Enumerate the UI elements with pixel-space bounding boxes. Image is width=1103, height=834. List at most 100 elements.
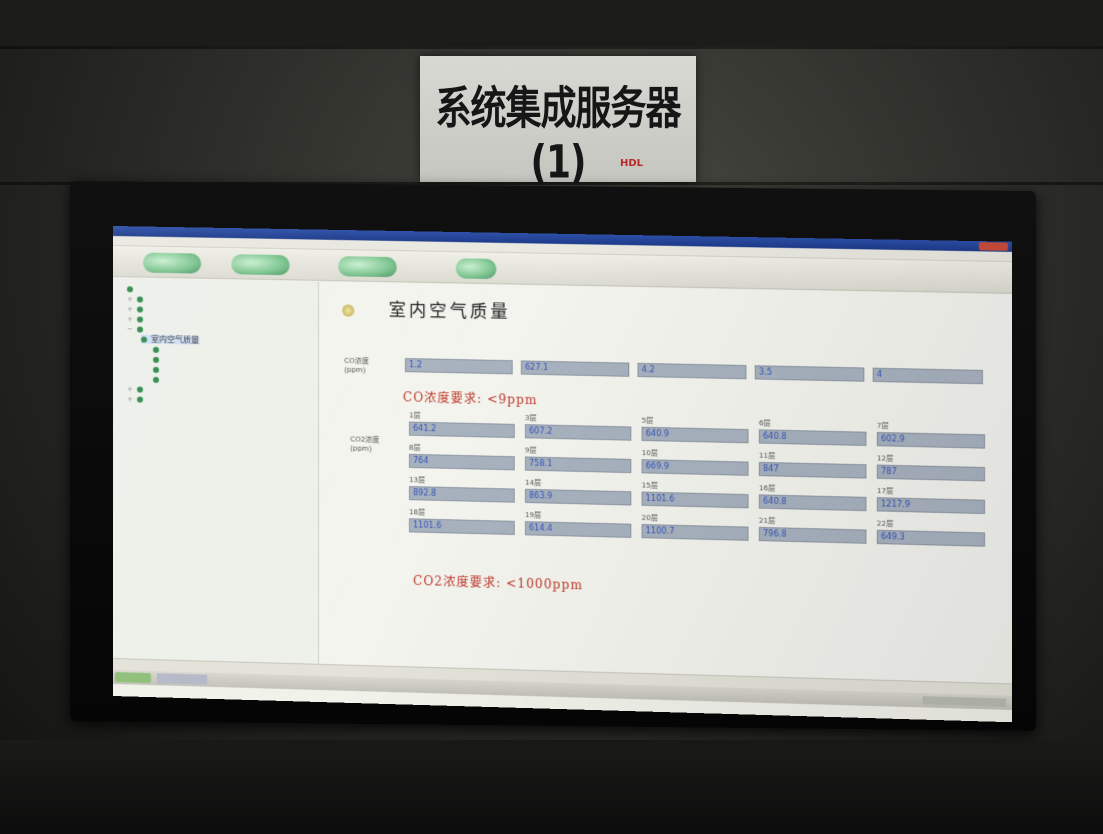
node-icon bbox=[136, 325, 144, 333]
node-icon bbox=[153, 356, 160, 363]
toolbar-button-label bbox=[231, 257, 289, 258]
co-standard-note: CO浓度要求: <9ppm bbox=[402, 390, 538, 408]
co2-value-field: 796.8 bbox=[758, 526, 867, 544]
co2-floor-label: 10层 bbox=[641, 449, 658, 458]
co2-value-field: 1101.6 bbox=[641, 491, 749, 509]
window-controls[interactable] bbox=[978, 242, 1009, 251]
co2-floor-label: 22层 bbox=[876, 519, 894, 529]
co-value-field: 4.2 bbox=[637, 362, 747, 380]
co2-value-field: 640.8 bbox=[758, 429, 867, 446]
co2-floor-label: 14层 bbox=[524, 478, 542, 488]
co2-floor-label: 17层 bbox=[876, 486, 894, 496]
co2-floor-label: 1层 bbox=[408, 411, 421, 420]
co2-value-field: 1100.7 bbox=[641, 523, 749, 541]
co2-value-field: 607.2 bbox=[524, 424, 632, 441]
tree-item[interactable] bbox=[153, 345, 163, 354]
tree-item[interactable]: + bbox=[127, 384, 147, 393]
toolbar-button[interactable] bbox=[338, 256, 397, 278]
collapse-icon[interactable]: − bbox=[127, 325, 134, 333]
co2-value-field: 787 bbox=[876, 464, 986, 482]
expand-icon[interactable]: + bbox=[127, 295, 134, 303]
co2-value-field: 847 bbox=[758, 461, 867, 479]
co2-value-field: 1101.6 bbox=[408, 518, 515, 536]
main-panel: 室内空气质量 CO浓度(ppm) 1.2 627.1 4.2 3.5 4 CO浓… bbox=[319, 281, 1013, 684]
co2-floor-label: 8层 bbox=[408, 443, 421, 453]
co2-floor-label: 7层 bbox=[876, 421, 889, 431]
wall-top-band bbox=[0, 0, 1103, 46]
node-icon bbox=[136, 386, 144, 393]
tree-item[interactable]: − bbox=[127, 324, 147, 333]
co2-value-field: 764 bbox=[408, 453, 515, 471]
tree-item[interactable]: + bbox=[127, 394, 147, 403]
co-value-field: 3.5 bbox=[754, 365, 865, 382]
co2-value-field: 640.8 bbox=[758, 494, 867, 512]
tree-item[interactable]: + bbox=[127, 314, 147, 323]
node-icon bbox=[126, 285, 133, 292]
co2-floor-label: 18层 bbox=[408, 508, 426, 517]
toolbar-button-label bbox=[143, 256, 201, 257]
air-quality-icon bbox=[342, 304, 355, 317]
server-label-sign: 系统集成服务器(1) HDL bbox=[420, 56, 696, 189]
expand-icon[interactable]: + bbox=[127, 305, 134, 313]
toolbar-button-label bbox=[456, 261, 497, 262]
toolbar-button[interactable] bbox=[455, 258, 497, 280]
node-icon bbox=[136, 305, 144, 313]
co2-floor-label: 21层 bbox=[758, 516, 776, 526]
co2-floor-label: 15层 bbox=[641, 481, 658, 490]
wall-seam bbox=[0, 46, 1103, 49]
expand-icon[interactable]: + bbox=[127, 385, 134, 393]
co-value-field: 627.1 bbox=[520, 360, 630, 377]
co2-floor-label: 11层 bbox=[758, 451, 776, 461]
toolbar-button[interactable] bbox=[231, 254, 290, 276]
navigation-tree: + + + − 室内空气质量 + + bbox=[113, 278, 319, 664]
tree-item[interactable] bbox=[153, 375, 163, 384]
co-row-label: CO浓度(ppm) bbox=[344, 356, 369, 375]
expand-icon[interactable]: + bbox=[127, 395, 134, 403]
co2-floor-label: 5层 bbox=[641, 416, 654, 425]
tree-item[interactable]: + bbox=[127, 304, 147, 313]
node-icon bbox=[153, 366, 160, 373]
tree-item[interactable] bbox=[153, 365, 163, 374]
taskbar-item[interactable] bbox=[157, 673, 208, 685]
toolbar-button-label bbox=[338, 259, 397, 260]
node-icon bbox=[136, 315, 144, 323]
co2-value-field: 758.1 bbox=[524, 456, 632, 474]
node-icon bbox=[136, 295, 144, 303]
node-icon bbox=[153, 376, 160, 383]
tree-item[interactable] bbox=[126, 284, 137, 293]
expand-icon[interactable]: + bbox=[127, 315, 134, 323]
co2-floor-label: 13层 bbox=[408, 475, 426, 485]
co2-floor-label: 9层 bbox=[524, 446, 537, 455]
system-tray bbox=[922, 696, 1006, 707]
co2-floor-label: 19层 bbox=[524, 511, 542, 520]
co2-floor-label: 12层 bbox=[876, 454, 894, 463]
page-title: 室内空气质量 bbox=[388, 300, 511, 323]
co2-row-label: CO2浓度(ppm) bbox=[350, 435, 380, 453]
tree-item[interactable]: + bbox=[127, 294, 147, 303]
co2-floor-label: 16层 bbox=[758, 484, 776, 493]
start-button[interactable] bbox=[114, 672, 152, 684]
toolbar-button[interactable] bbox=[143, 252, 202, 274]
co2-value-field: 641.2 bbox=[408, 421, 515, 439]
node-icon bbox=[141, 336, 148, 343]
tree-item[interactable] bbox=[153, 355, 163, 364]
co2-floor-label: 3层 bbox=[524, 414, 537, 423]
co2-standard-note: CO2浓度要求: <1000ppm bbox=[413, 573, 584, 593]
wall-bottom bbox=[0, 740, 1103, 834]
node-icon bbox=[136, 396, 144, 403]
co2-value-field: 863.9 bbox=[524, 488, 632, 506]
tree-item-label: 室内空气质量 bbox=[151, 334, 200, 345]
co2-floor-label: 6层 bbox=[758, 419, 771, 428]
co2-value-field: 892.8 bbox=[408, 486, 515, 503]
co-value-field: 4 bbox=[872, 367, 983, 385]
co-value-field: 1.2 bbox=[404, 358, 513, 375]
node-icon bbox=[153, 346, 160, 353]
sign-title: 系统集成服务器(1) bbox=[435, 83, 681, 189]
co2-value-field: 649.3 bbox=[876, 529, 986, 547]
co2-floor-label: 20层 bbox=[641, 513, 658, 523]
monitor-screen: + + + − 室内空气质量 + + 室内空气质量 CO浓度(ppm) 1.2 … bbox=[113, 226, 1013, 723]
co2-value-field: 614.4 bbox=[524, 521, 632, 538]
tree-item-selected[interactable]: 室内空气质量 bbox=[141, 334, 200, 345]
sign-subtitle: HDL bbox=[620, 158, 644, 169]
co2-value-field: 1217.9 bbox=[876, 497, 986, 515]
